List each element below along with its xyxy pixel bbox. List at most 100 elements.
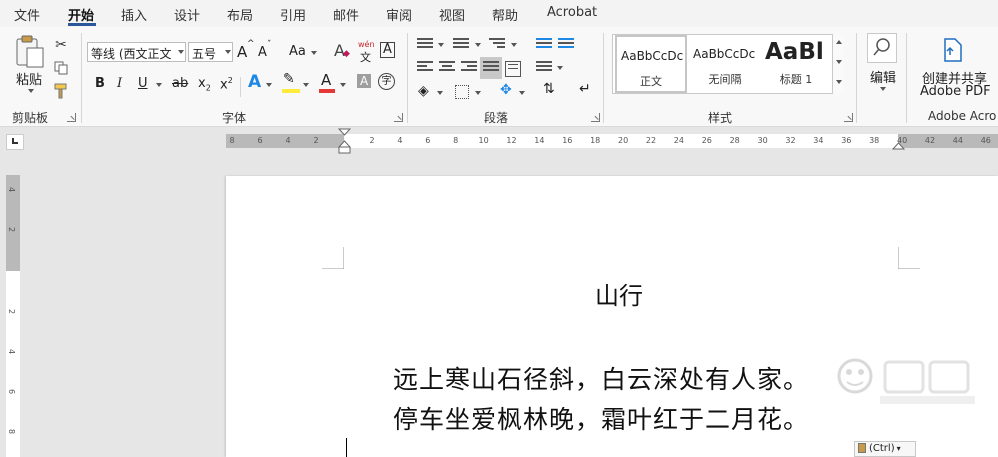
ruler-number: 38 [869,136,880,145]
font-name-combo[interactable]: 等线 (西文正文 [87,42,186,62]
justify-icon [483,61,499,75]
menu-help[interactable]: 帮助 [492,5,518,24]
bullets-icon[interactable] [417,38,433,52]
superscript-button[interactable]: x2 [220,76,233,92]
poem-line-2[interactable]: 停车坐爱枫林晚，霜叶红于二月花。 [393,400,809,436]
borders-icon[interactable] [455,85,469,99]
style-heading-1[interactable]: AaBl 标题 1 [761,35,831,93]
character-shading-button[interactable]: A [357,74,372,88]
divider [603,33,604,123]
indent-markers-icon[interactable] [338,128,351,154]
shrink-font-button[interactable]: A [258,45,267,60]
chevron-down-icon [438,43,444,47]
chevron-down-icon [557,66,563,70]
cut-icon[interactable]: ✂ [51,35,71,55]
menu-file[interactable]: 文件 [14,5,40,24]
clipboard-launcher-icon[interactable] [67,113,76,122]
eraser-icon: ◆ [343,49,350,59]
crop-mark-left [322,247,344,269]
paste-button[interactable] [14,35,46,69]
sort-icon[interactable]: ⇅ [543,81,555,97]
justify-button[interactable] [480,57,502,79]
poem-line-1[interactable]: 远上寒山石径斜，白云深处有人家。 [393,360,809,396]
create-share-label-2[interactable]: Adobe PDF [920,84,991,99]
decrease-indent-icon[interactable] [536,38,552,52]
paragraph-launcher-icon[interactable] [591,113,600,122]
menu-home[interactable]: 开始 [68,5,94,24]
styles-group-label: 样式 [708,111,733,125]
styles-scrollbar[interactable] [832,34,844,94]
style-normal[interactable]: AaBbCcDc 正文 [615,35,687,93]
menu-review[interactable]: 审阅 [386,5,412,24]
menu-acrobat[interactable]: Acrobat [547,5,597,20]
crop-mark-right [898,247,920,269]
paste-icon [16,35,44,68]
menu-mailings[interactable]: 邮件 [333,5,359,24]
italic-button[interactable]: I [117,76,122,91]
subscript-x: x [198,76,206,91]
align-right-icon[interactable] [461,61,477,75]
text-effects-button[interactable]: A [248,72,261,92]
tab-selector-button[interactable] [6,134,24,150]
enclose-characters-button[interactable]: 字 [378,73,395,90]
subscript-button[interactable]: x2 [198,76,211,93]
phonetic-guide-button[interactable]: 文 [360,49,371,65]
distributed-icon[interactable] [505,61,521,77]
create-pdf-icon[interactable] [940,37,966,63]
paste-options-button[interactable]: (Ctrl) ▾ [854,441,916,457]
divider [407,33,408,123]
search-button[interactable] [867,33,897,63]
menu-references[interactable]: 引用 [280,5,306,24]
text-cursor [346,438,347,457]
underline-button[interactable]: U [138,76,148,91]
style-name: 正文 [640,75,662,88]
highlight-button[interactable]: ✎ [283,71,295,87]
paste-dropdown-caret[interactable] [28,89,34,93]
left-tab-icon [12,138,18,144]
ribbon: 粘贴 ✂ 剪贴板 等线 (西文正文 五号 A ^ A ˇ Aa A ◆ wén … [0,27,998,127]
chinese-layout-icon[interactable]: ✥ [500,82,512,98]
grow-font-button[interactable]: A [237,43,247,61]
format-painter-icon[interactable] [51,81,71,101]
superscript-x: x [220,77,228,93]
clipboard-group-label: 剪贴板 [12,111,49,125]
vertical-ruler[interactable]: 4 2 2 4 6 8 [6,175,20,457]
align-left-icon[interactable] [417,61,433,75]
phonetic-guide-top: wén [358,40,375,49]
style-no-spacing[interactable]: AaBbCcDc 无间隔 [689,35,761,93]
shading-icon[interactable]: ◈ [418,83,429,99]
chevron-down-icon [511,43,517,47]
editing-label[interactable]: 编辑 [870,67,896,86]
align-center-icon[interactable] [439,61,455,75]
document-title[interactable]: 山行 [595,276,643,311]
copy-icon[interactable] [51,58,71,78]
paste-options-label: (Ctrl) [869,443,895,454]
styles-launcher-icon[interactable] [844,113,853,122]
ruler-number: 6 [7,388,17,395]
font-size-value: 五号 [192,47,217,61]
ruler-number: 32 [785,136,796,145]
right-indent-marker-icon[interactable] [892,141,905,150]
show-marks-icon[interactable]: ↵ [579,81,591,97]
more-icon [836,80,842,84]
chevron-down-icon [519,91,525,95]
multilevel-list-icon[interactable] [489,38,505,52]
font-launcher-icon[interactable] [394,113,403,122]
ruler-number: 8 [453,136,459,145]
style-sample: AaBl [765,39,824,65]
bold-button[interactable]: B [95,76,105,91]
horizontal-ruler[interactable]: 8 6 4 2 2 4 6 8 10 12 14 16 18 20 22 24 26 28 30 32 34 36… [0,128,998,154]
character-border-button[interactable]: A [380,42,395,58]
ruler-number: 4 [285,136,291,145]
numbering-icon[interactable] [453,38,469,52]
menu-design[interactable]: 设计 [174,5,200,24]
menu-insert[interactable]: 插入 [121,5,147,24]
chevron-down-icon [340,83,346,87]
strikethrough-button[interactable]: ab [172,76,188,91]
menu-view[interactable]: 视图 [439,5,465,24]
menu-layout[interactable]: 布局 [227,5,253,24]
increase-indent-icon[interactable] [558,38,574,52]
line-spacing-icon[interactable] [536,61,552,75]
change-case-button[interactable]: Aa [289,44,306,59]
font-color-button[interactable]: A [321,71,331,89]
